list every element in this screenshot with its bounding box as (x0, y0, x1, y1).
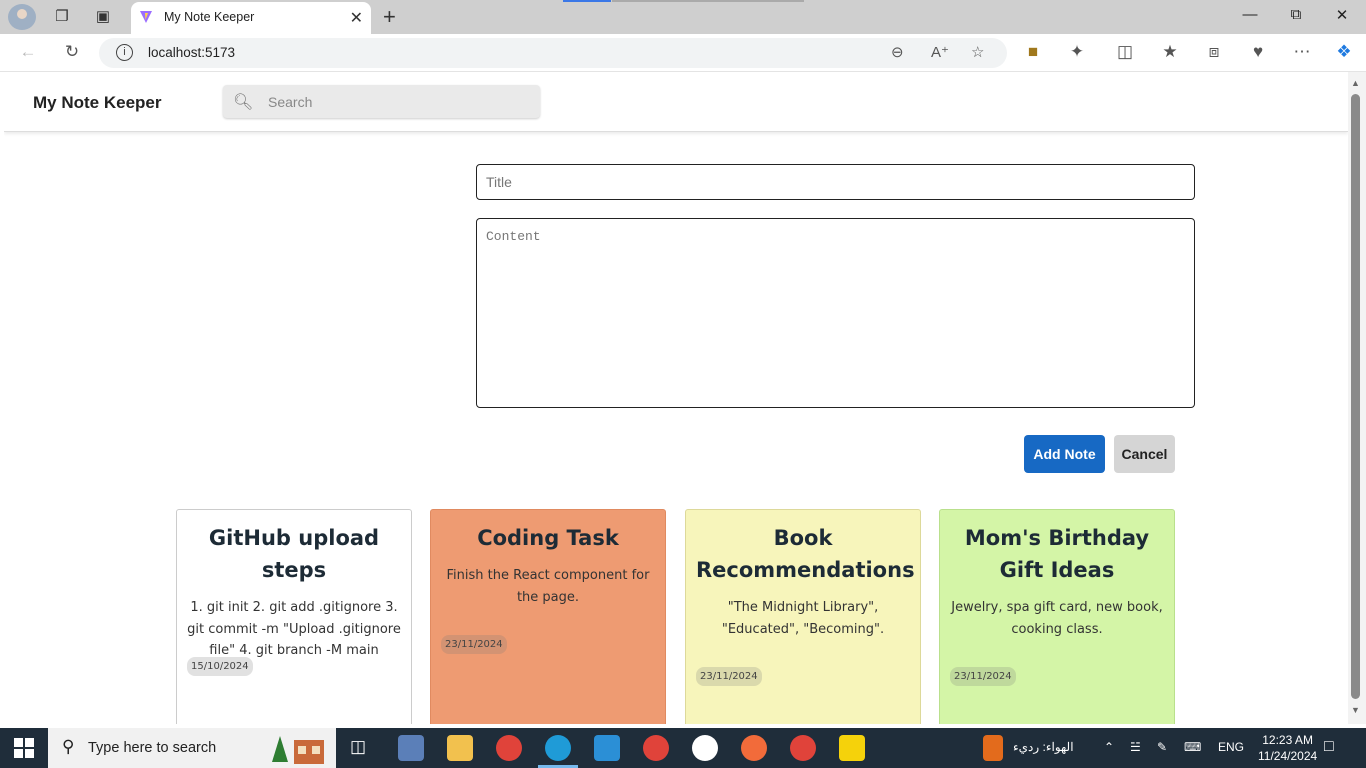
note-date: 23/11/2024 (441, 635, 507, 654)
workspaces-icon[interactable]: ❐ (52, 7, 72, 27)
search-box[interactable]: 🔍︎ (223, 85, 540, 118)
browser-tab[interactable]: My Note Keeper ✕ (131, 2, 371, 34)
browser-toolbar: ← ↻ i localhost:5173 ⊖ A⁺ ☆ ■ ✦ ◫ ★ ⧈ ♥ … (0, 34, 1366, 72)
back-icon[interactable]: ← (16, 42, 40, 62)
scroll-up-icon[interactable]: ▲ (1351, 78, 1360, 88)
postman-icon[interactable] (741, 735, 767, 761)
note-title-input[interactable] (476, 164, 1195, 200)
minimize-icon[interactable]: — (1238, 6, 1262, 23)
scroll-down-icon[interactable]: ▼ (1351, 705, 1360, 715)
new-tab-icon[interactable]: + (383, 4, 396, 30)
note-title: Mom's Birthday Gift Ideas (964, 526, 1150, 582)
weather-icon[interactable] (983, 735, 1003, 761)
restore-icon[interactable]: ⧉ (1284, 6, 1308, 23)
browser-essentials-icon[interactable]: ♥ (1246, 42, 1270, 62)
note-card[interactable]: Mom's Birthday Gift Ideas Jewelry, spa g… (939, 509, 1175, 724)
notifications-icon[interactable]: □ (1324, 738, 1334, 756)
note-date: 23/11/2024 (696, 667, 762, 686)
note-content-input[interactable] (476, 218, 1195, 408)
favorite-star-icon[interactable]: ☆ (971, 43, 984, 61)
app-title: My Note Keeper (33, 93, 162, 112)
chrome-profile-icon[interactable] (643, 735, 669, 761)
note-card[interactable]: Book Recommendations "The Midnight Libra… (685, 509, 921, 724)
sticky-notes-icon[interactable] (839, 735, 865, 761)
favorites-icon[interactable]: ★ (1158, 42, 1182, 62)
url-text[interactable]: localhost:5173 (148, 45, 235, 60)
note-title: Coding Task (477, 526, 619, 550)
search-icon: 🔍︎ (233, 94, 254, 111)
windows-taskbar: ⚲ Type here to search ◫ الهواء: رديء ⌃ ☱… (0, 728, 1366, 768)
search-input[interactable] (268, 92, 528, 112)
note-date: 23/11/2024 (950, 667, 1016, 686)
taskbar-search-text: Type here to search (88, 740, 217, 756)
zoom-out-icon[interactable]: ⊖ (891, 43, 904, 61)
address-bar[interactable]: i localhost:5173 ⊖ A⁺ ☆ (99, 38, 1007, 68)
note-content: Jewelry, spa gift card, new book, cookin… (951, 600, 1163, 637)
clipboard-extension-icon[interactable]: ■ (1021, 42, 1045, 62)
notes-list: GitHub upload steps 1. git init 2. git a… (176, 509, 1176, 724)
clock[interactable]: 12:23 AM 11/24/2024 (1258, 732, 1317, 764)
vite-favicon-icon (140, 11, 152, 23)
clock-date: 11/24/2024 (1258, 749, 1318, 763)
note-title: GitHub upload steps (208, 526, 380, 582)
taskbar-search[interactable]: ⚲ Type here to search (48, 728, 336, 768)
note-content: 1. git init 2. git add .gitignore 3. git… (187, 600, 401, 658)
pen-icon[interactable]: ✎ (1157, 740, 1167, 754)
search-highlight-icon (272, 736, 324, 764)
window-close-icon[interactable]: ✕ (1330, 6, 1354, 24)
note-content: "The Midnight Library", "Educated", "Bec… (721, 600, 885, 637)
clock-time: 12:23 AM (1262, 733, 1313, 747)
tab-indicator-secondary (612, 0, 804, 2)
browser-tab-strip: ❐ ▣ My Note Keeper ✕ + — ⧉ ✕ (0, 0, 1366, 34)
note-card[interactable]: GitHub upload steps 1. git init 2. git a… (176, 509, 412, 724)
more-menu-icon[interactable]: ⋯ (1290, 42, 1314, 62)
note-title: Book Recommendations (696, 526, 915, 582)
site-info-icon[interactable]: i (116, 44, 133, 61)
mongodb-compass-icon[interactable] (692, 735, 718, 761)
language-indicator[interactable]: ENG (1218, 740, 1244, 754)
add-note-button[interactable]: Add Note (1024, 435, 1105, 473)
weather-text[interactable]: الهواء: رديء (1013, 740, 1074, 754)
chrome-icon[interactable] (496, 735, 522, 761)
network-icon[interactable]: ☱ (1130, 740, 1141, 754)
control-panel-icon[interactable] (398, 735, 424, 761)
task-view-icon[interactable]: ◫ (350, 737, 366, 757)
note-content: Finish the React component for the page. (446, 568, 650, 605)
refresh-icon[interactable]: ↻ (60, 42, 84, 62)
note-card[interactable]: Coding Task Finish the React component f… (430, 509, 666, 724)
chrome-alt-icon[interactable] (790, 735, 816, 761)
collections-icon[interactable]: ⧈ (1202, 42, 1226, 62)
note-date: 15/10/2024 (187, 657, 253, 676)
page-viewport: My Note Keeper 🔍︎ Add Note Cancel GitHub… (4, 72, 1348, 724)
tab-close-icon[interactable]: ✕ (350, 8, 363, 28)
copilot-icon[interactable]: ❖ (1332, 42, 1356, 62)
cancel-button[interactable]: Cancel (1114, 435, 1175, 473)
scrollbar-thumb[interactable] (1351, 94, 1360, 699)
windows-start-icon[interactable] (14, 738, 34, 758)
app-header: My Note Keeper 🔍︎ (4, 72, 1348, 132)
search-icon: ⚲ (62, 737, 75, 756)
tab-actions-icon[interactable]: ▣ (93, 7, 113, 27)
vscode-icon[interactable] (594, 735, 620, 761)
read-aloud-icon[interactable]: A⁺ (931, 43, 949, 61)
profile-avatar[interactable] (8, 4, 36, 30)
tab-indicator (563, 0, 611, 2)
split-screen-icon[interactable]: ◫ (1113, 42, 1137, 62)
file-explorer-icon[interactable] (447, 735, 473, 761)
vertical-scrollbar[interactable]: ▲ ▼ (1348, 72, 1366, 724)
edge-icon[interactable] (545, 735, 571, 761)
extensions-icon[interactable]: ✦ (1065, 42, 1089, 62)
show-hidden-icons-icon[interactable]: ⌃ (1104, 740, 1114, 754)
tab-title: My Note Keeper (164, 10, 255, 24)
keyboard-icon[interactable]: ⌨ (1184, 740, 1201, 754)
